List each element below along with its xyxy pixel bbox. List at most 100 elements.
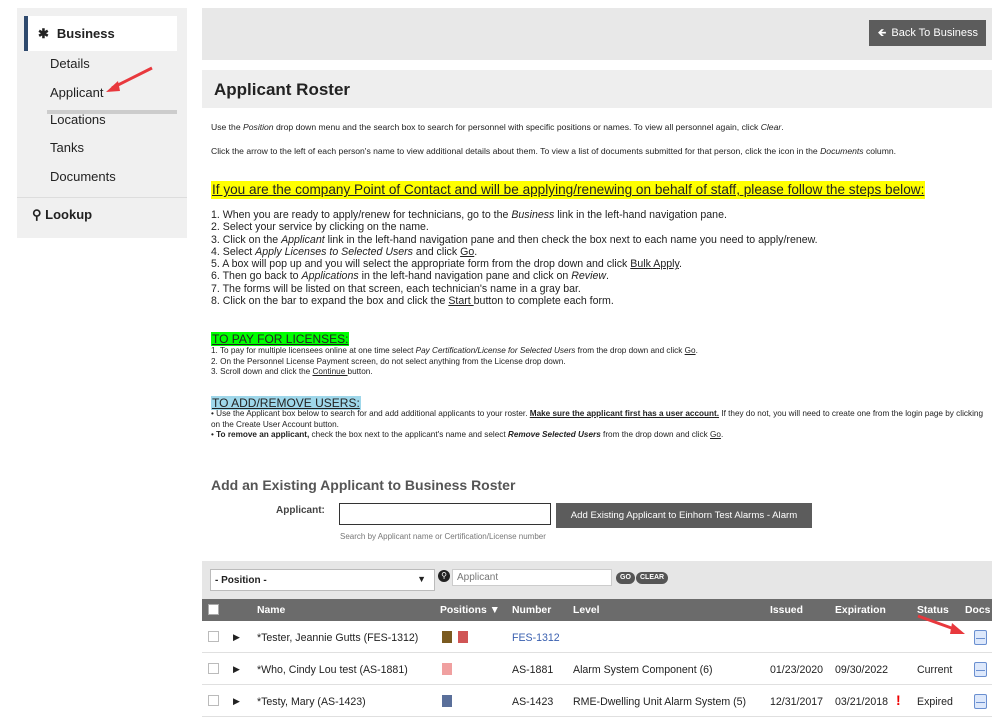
text: Bulk Apply bbox=[630, 258, 679, 271]
title-bar: Applicant Roster bbox=[202, 70, 992, 108]
intro-paragraph-2: Click the arrow to the left of each pers… bbox=[211, 146, 931, 156]
text: Pay Certification/License for Selected U… bbox=[415, 346, 576, 355]
text: 7. The forms will be listed on that scre… bbox=[211, 282, 581, 295]
add-remove-heading: TO ADD/REMOVE USERS: bbox=[211, 396, 361, 410]
sidebar-nav: ✱ Business Details Applicant Locations T… bbox=[17, 8, 187, 238]
caret-down-icon: ▼ bbox=[417, 574, 426, 584]
top-bar: 🡸 Back To Business bbox=[202, 8, 992, 60]
row-checkbox[interactable] bbox=[208, 695, 219, 706]
col-issued[interactable]: Issued bbox=[770, 605, 803, 616]
person-icon bbox=[442, 663, 452, 675]
text: Review bbox=[571, 270, 607, 283]
text: 8. Click on the bar to expand the box an… bbox=[211, 295, 449, 308]
text: 2. Select your service by clicking on th… bbox=[211, 221, 429, 234]
text: 3. Scroll down and click the bbox=[211, 367, 313, 376]
position-select[interactable]: - Position - ▼ bbox=[210, 569, 435, 591]
col-expiration[interactable]: Expiration bbox=[835, 605, 886, 616]
text: Go bbox=[710, 430, 721, 439]
text: . bbox=[720, 430, 724, 439]
step-7: 7. The forms will be listed on that scre… bbox=[211, 283, 818, 295]
row-checkbox[interactable] bbox=[208, 631, 219, 642]
poc-heading: If you are the company Point of Contact … bbox=[211, 181, 926, 199]
expand-arrow-icon[interactable]: ▶ bbox=[233, 632, 240, 643]
warning-icon: ! bbox=[896, 692, 901, 708]
pay-heading: TO PAY FOR LICENSES: bbox=[211, 332, 350, 346]
issued-date: 01/23/2020 bbox=[770, 664, 824, 676]
level: Alarm System Component (6) bbox=[573, 664, 713, 676]
arrow-left-icon: 🡸 bbox=[877, 26, 887, 39]
sidebar-item-details[interactable]: Details bbox=[50, 56, 90, 71]
gear-icon: ✱ bbox=[38, 25, 49, 41]
text: To remove an applicant, bbox=[216, 430, 310, 439]
pay-step-2: 2. On the Personnel License Payment scre… bbox=[211, 357, 698, 368]
text: from the drop down and click bbox=[575, 346, 685, 355]
text: button. bbox=[347, 367, 373, 376]
text: Go bbox=[460, 245, 475, 258]
text: check the box next to the applicant's na… bbox=[309, 430, 508, 439]
sidebar-item-business[interactable]: ✱ Business bbox=[24, 16, 177, 51]
col-number[interactable]: Number bbox=[512, 605, 551, 616]
step-3: 3. Click on the Applicant link in the le… bbox=[211, 234, 818, 246]
text: column. bbox=[863, 146, 897, 156]
document-icon[interactable] bbox=[974, 662, 987, 677]
text: Click the arrow to the left of each pers… bbox=[211, 146, 821, 156]
text: 1. To pay for multiple licensees online … bbox=[211, 346, 416, 355]
text: link in the left-hand navigation pane an… bbox=[324, 233, 818, 246]
col-level[interactable]: Level bbox=[573, 605, 600, 616]
document-icon[interactable] bbox=[974, 630, 987, 645]
pay-step-3: 3. Scroll down and click the Continue bu… bbox=[211, 367, 698, 378]
step-2: 2. Select your service by clicking on th… bbox=[211, 221, 818, 233]
applicant-filter-input[interactable]: Applicant bbox=[452, 569, 612, 586]
text: 5. A box will pop up and you will select… bbox=[211, 258, 631, 271]
license-number-link[interactable]: FES-1312 bbox=[512, 632, 560, 644]
applicant-name[interactable]: *Tester, Jeannie Gutts (FES-1312) bbox=[257, 632, 418, 644]
select-all-checkbox[interactable] bbox=[208, 604, 219, 615]
sidebar-divider bbox=[17, 197, 187, 198]
step-4: 4. Select Apply Licenses to Selected Use… bbox=[211, 246, 818, 258]
text: Apply Licenses to Selected Users bbox=[255, 245, 413, 258]
person-icon bbox=[442, 695, 452, 707]
text: . bbox=[606, 270, 609, 283]
text: Position bbox=[243, 122, 274, 132]
text: Remove Selected Users bbox=[507, 430, 601, 439]
text: in the left-hand navigation pane and cli… bbox=[358, 270, 572, 283]
text: 6. Then go back to bbox=[211, 270, 302, 283]
applicant-name[interactable]: *Testy, Mary (AS-1423) bbox=[257, 696, 366, 708]
col-positions[interactable]: Positions ▼ bbox=[440, 605, 500, 616]
col-name[interactable]: Name bbox=[257, 605, 285, 616]
expand-arrow-icon[interactable]: ▶ bbox=[233, 696, 240, 707]
applicant-search-input[interactable] bbox=[339, 503, 551, 525]
go-button[interactable]: GO bbox=[616, 572, 635, 584]
add-remove-item-2: • To remove an applicant, check the box … bbox=[211, 430, 724, 439]
sidebar-item-applicant[interactable]: Applicant bbox=[50, 85, 103, 100]
sidebar-item-documents[interactable]: Documents bbox=[50, 169, 116, 184]
text: 4. Select bbox=[211, 245, 256, 258]
select-value: - Position - bbox=[215, 575, 267, 586]
text: . bbox=[695, 346, 698, 355]
applicant-name[interactable]: *Who, Cindy Lou test (AS-1881) bbox=[257, 664, 408, 676]
document-icon[interactable] bbox=[974, 694, 987, 709]
expand-arrow-icon[interactable]: ▶ bbox=[233, 664, 240, 675]
person-icon bbox=[442, 631, 452, 643]
table-row: ▶ *Testy, Mary (AS-1423) AS-1423 RME-Dwe… bbox=[202, 686, 992, 717]
filter-bar: - Position - ▼ ⚲ Applicant GO CLEAR bbox=[202, 561, 992, 599]
license-number: AS-1423 bbox=[512, 696, 554, 708]
clear-button[interactable]: CLEAR bbox=[636, 572, 669, 584]
col-docs[interactable]: Docs bbox=[965, 605, 990, 616]
add-existing-applicant-button[interactable]: Add Existing Applicant to Einhorn Test A… bbox=[556, 503, 812, 528]
row-checkbox[interactable] bbox=[208, 663, 219, 674]
steps-list: 1. When you are ready to apply/renew for… bbox=[211, 209, 818, 307]
page-title: Applicant Roster bbox=[214, 80, 351, 99]
text: Business bbox=[511, 209, 555, 221]
back-to-business-button[interactable]: 🡸 Back To Business bbox=[869, 20, 986, 46]
text: Go bbox=[684, 346, 696, 355]
text: link in the left-hand navigation pane. bbox=[554, 209, 727, 221]
sidebar-item-locations[interactable]: Locations bbox=[50, 112, 106, 127]
sidebar-item-tanks[interactable]: Tanks bbox=[50, 140, 84, 155]
sidebar-item-lookup[interactable]: ⚲ Lookup bbox=[32, 207, 92, 223]
step-1: 1. When you are ready to apply/renew for… bbox=[211, 209, 818, 221]
text: . bbox=[678, 258, 682, 271]
sidebar-item-label: Lookup bbox=[45, 207, 93, 222]
level: RME-Dwelling Unit Alarm System (5) bbox=[573, 696, 747, 708]
col-status[interactable]: Status bbox=[917, 605, 949, 616]
